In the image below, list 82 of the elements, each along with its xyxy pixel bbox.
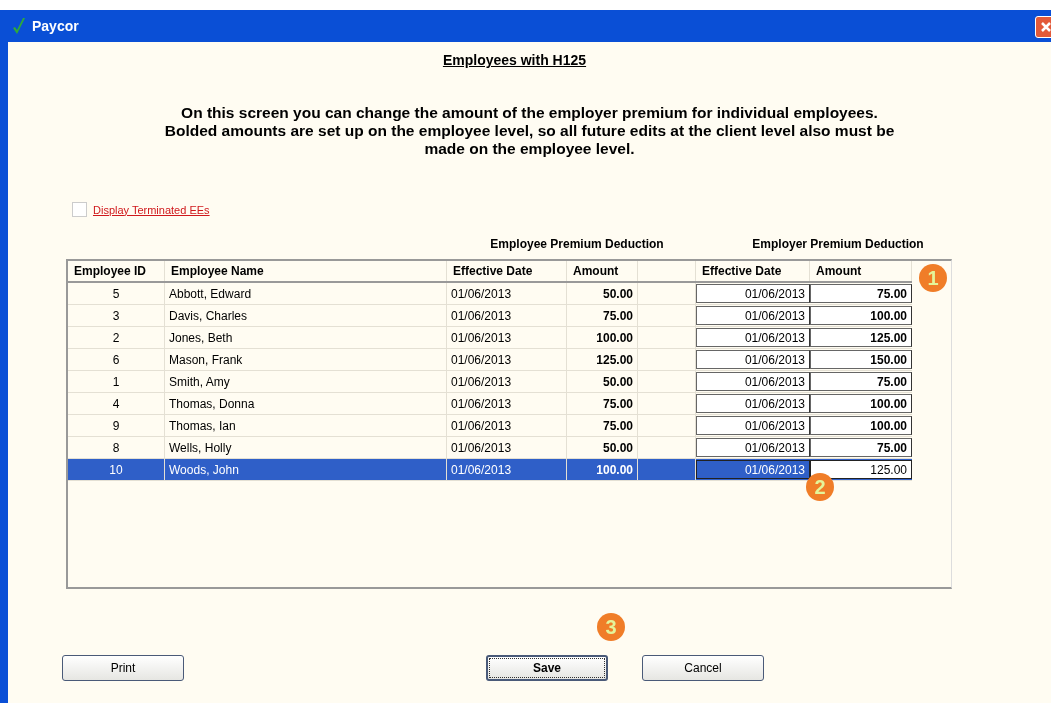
- table-row[interactable]: 5 Abbott, Edward 01/06/2013 50.00 01/06/2013 75.00: [68, 283, 912, 305]
- amount-field[interactable]: 125.00: [810, 328, 912, 347]
- table-cell: 6: [68, 349, 165, 370]
- table-cell: Thomas, Donna: [165, 393, 447, 414]
- table-cell: Abbott, Edward: [165, 283, 447, 304]
- table-cell: 2: [68, 327, 165, 348]
- table-cell: 75.00: [567, 393, 638, 414]
- group-heading: Employee Premium Deduction: [489, 237, 665, 251]
- table-cell: 5: [68, 283, 165, 304]
- table-cell: 01/06/2013: [447, 327, 567, 348]
- column-header[interactable]: Employee Name: [165, 261, 447, 281]
- date-field[interactable]: 01/06/2013: [696, 306, 810, 325]
- close-icon: [1039, 20, 1051, 34]
- table-row[interactable]: 2 Jones, Beth 01/06/2013 100.00 01/06/2013 125.00: [68, 327, 912, 349]
- table-row[interactable]: 10 Woods, John 01/06/2013 100.00 01/06/2013 125.00: [68, 459, 912, 481]
- table-cell: 01/06/2013: [447, 459, 567, 480]
- amount-field[interactable]: 150.00: [810, 350, 912, 369]
- checkmark-icon: [12, 17, 26, 35]
- checkbox[interactable]: [72, 202, 87, 217]
- dialog-button[interactable]: Cancel: [642, 655, 764, 681]
- table-cell: Thomas, Ian: [165, 415, 447, 436]
- table-cell: 01/06/2013: [447, 305, 567, 326]
- amount-field[interactable]: 75.00: [810, 284, 912, 303]
- instructions-text: On this screen you can change the amount of the employer premium for individual employees. Bolded amounts are set up on the employee level, so all future edits at the client level also must be made on the employee level.: [163, 104, 896, 158]
- amount-field[interactable]: 100.00: [810, 306, 912, 325]
- date-field[interactable]: 01/06/2013: [696, 416, 810, 435]
- date-field[interactable]: 01/06/2013: [696, 394, 810, 413]
- table-cell: 01/06/2013: [447, 349, 567, 370]
- dialog-button[interactable]: Print: [62, 655, 184, 681]
- table-cell: 125.00: [567, 349, 638, 370]
- table-cell: Wells, Holly: [165, 437, 447, 458]
- table-cell: 75.00: [567, 305, 638, 326]
- amount-field[interactable]: 100.00: [810, 416, 912, 435]
- close-button[interactable]: [1035, 16, 1051, 38]
- amount-field[interactable]: 75.00: [810, 372, 912, 391]
- table-row[interactable]: 3 Davis, Charles 01/06/2013 75.00 01/06/2013 100.00: [68, 305, 912, 327]
- amount-field[interactable]: 100.00: [810, 394, 912, 413]
- date-field[interactable]: 01/06/2013: [696, 350, 810, 369]
- table-cell: 01/06/2013: [447, 415, 567, 436]
- callout-marker: 3: [597, 613, 625, 641]
- display-terminated-link[interactable]: Display Terminated EEs: [93, 203, 210, 216]
- save-button[interactable]: Save: [486, 655, 608, 681]
- column-header[interactable]: Employee ID: [68, 261, 165, 281]
- table-cell: 01/06/2013: [447, 437, 567, 458]
- table-cell: 01/06/2013: [447, 371, 567, 392]
- table-cell: 3: [68, 305, 165, 326]
- table-cell: 100.00: [567, 327, 638, 348]
- table-row[interactable]: 1 Smith, Amy 01/06/2013 50.00 01/06/2013 75.00: [68, 371, 912, 393]
- table-cell: 1: [68, 371, 165, 392]
- table-cell: 01/06/2013: [447, 393, 567, 414]
- window-title: Paycor: [32, 18, 79, 34]
- page-heading: Employees with H125: [441, 51, 588, 68]
- amount-field[interactable]: 125.00: [810, 460, 912, 479]
- table-cell: 50.00: [567, 371, 638, 392]
- table-cell: Jones, Beth: [165, 327, 447, 348]
- table-cell: Davis, Charles: [165, 305, 447, 326]
- date-field[interactable]: 01/06/2013: [696, 460, 810, 479]
- table-cell: 10: [68, 459, 165, 480]
- table-cell: 4: [68, 393, 165, 414]
- table-cell: 01/06/2013: [447, 283, 567, 304]
- column-header[interactable]: Effective Date: [447, 261, 567, 281]
- table-row[interactable]: 4 Thomas, Donna 01/06/2013 75.00 01/06/2013 100.00: [68, 393, 912, 415]
- table-cell: Smith, Amy: [165, 371, 447, 392]
- column-header[interactable]: Amount: [567, 261, 638, 281]
- table-cell: 75.00: [567, 415, 638, 436]
- table-row[interactable]: 6 Mason, Frank 01/06/2013 125.00 01/06/2013 150.00: [68, 349, 912, 371]
- date-field[interactable]: 01/06/2013: [696, 328, 810, 347]
- table-cell: 50.00: [567, 283, 638, 304]
- table-cell: Woods, John: [165, 459, 447, 480]
- group-heading: Employer Premium Deduction: [751, 237, 925, 251]
- date-field[interactable]: 01/06/2013: [696, 438, 810, 457]
- column-header[interactable]: Amount: [810, 261, 912, 281]
- table-cell: 50.00: [567, 437, 638, 458]
- date-field[interactable]: 01/06/2013: [696, 372, 810, 391]
- table-row[interactable]: 9 Thomas, Ian 01/06/2013 75.00 01/06/2013 100.00: [68, 415, 912, 437]
- table-cell: 8: [68, 437, 165, 458]
- table-cell: 9: [68, 415, 165, 436]
- table-cell: 100.00: [567, 459, 638, 480]
- date-field[interactable]: 01/06/2013: [696, 284, 810, 303]
- column-header[interactable]: Effective Date: [696, 261, 810, 281]
- table-cell: Mason, Frank: [165, 349, 447, 370]
- amount-field[interactable]: 75.00: [810, 438, 912, 457]
